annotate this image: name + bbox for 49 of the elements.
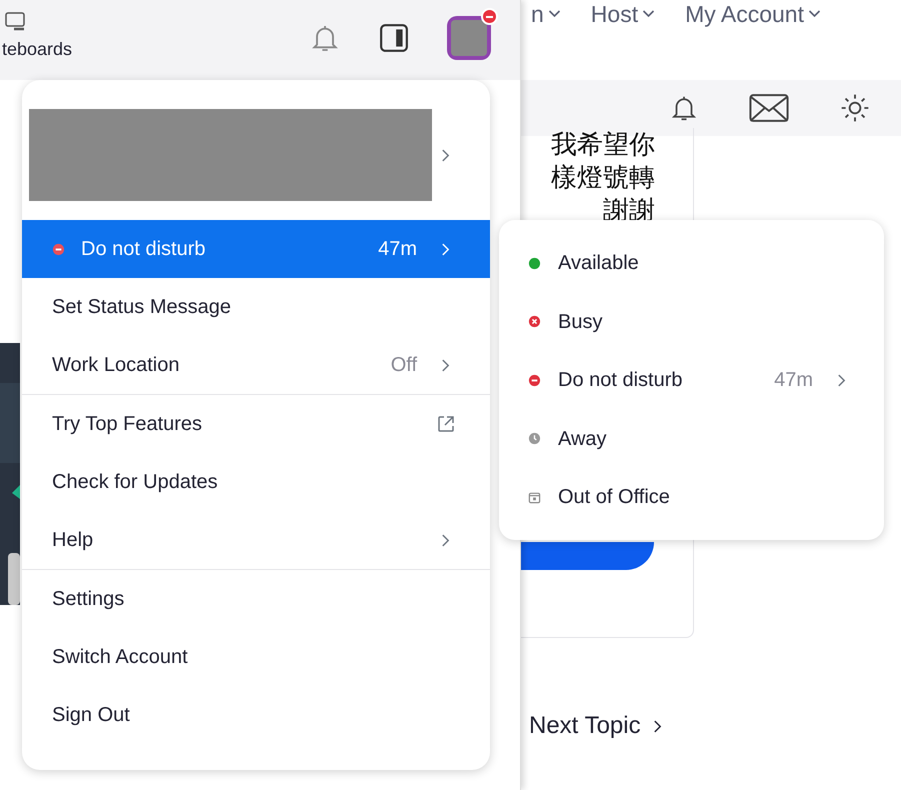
chevron-right-icon [652, 718, 662, 734]
post-text: 樣燈號轉 [551, 161, 655, 194]
chevron-right-icon [441, 148, 450, 162]
menu-item[interactable]: Sign Out [22, 686, 490, 744]
status-detail: 47m [774, 368, 813, 394]
monitor-icon[interactable] [4, 10, 28, 32]
caret-icon [808, 10, 821, 18]
menu-item-label: Help [52, 528, 94, 553]
tab-label[interactable]: teboards [2, 36, 72, 63]
status-option[interactable]: Available [499, 234, 884, 292]
menu-item[interactable]: Check for Updates [22, 453, 490, 511]
nav-link[interactable]: Host [590, 0, 656, 26]
status-label: Do not disturb [558, 368, 683, 394]
external-link-icon [436, 414, 456, 434]
status-option[interactable]: Out of Office [499, 468, 884, 526]
menu-item[interactable]: Do not disturb 47m [22, 220, 490, 278]
avatar[interactable] [447, 16, 491, 60]
caret-icon [548, 10, 561, 18]
nav-link[interactable]: n [531, 0, 561, 26]
status-label: Busy [558, 310, 602, 335]
status-label: Away [558, 426, 607, 452]
status-label: Out of Office [558, 485, 670, 510]
status-option[interactable]: Away [499, 410, 884, 468]
menu-item-label: Check for Updates [52, 470, 219, 495]
menu-item[interactable]: Help [22, 511, 490, 569]
menu-item[interactable]: Switch Account [22, 628, 490, 686]
menu-item-label: Work Location [52, 353, 180, 378]
menu-item-label: Settings [52, 587, 126, 612]
menu-item-detail: 47m [378, 237, 417, 262]
menu-item[interactable]: Try Top Features [22, 395, 490, 453]
menu-item-label: Try Top Features [52, 412, 204, 437]
status-label: Available [558, 251, 639, 276]
menu-item[interactable]: Settings [22, 570, 490, 628]
post-text: 我希望你 [551, 128, 655, 161]
menu-item-label: Sign Out [52, 703, 131, 728]
menu-item-detail: Off [390, 353, 417, 378]
mail-icon[interactable] [749, 93, 789, 123]
status-option[interactable]: Do not disturb 47m [499, 351, 884, 410]
menu-item-label: Do not disturb [81, 237, 207, 262]
status-option[interactable]: Busy [499, 292, 884, 351]
nav-link[interactable]: My Account [685, 0, 821, 26]
next-topic-link[interactable]: Next Topic [529, 708, 641, 744]
menu-item-label: Set Status Message [52, 295, 232, 320]
caret-icon [642, 10, 656, 18]
menu-item[interactable]: Set Status Message [22, 278, 490, 336]
reply-button[interactable] [521, 542, 654, 570]
sidebar-toggle-icon[interactable] [379, 23, 409, 53]
menu-item-label: Switch Account [52, 645, 189, 670]
menu-item[interactable]: Work Location Off [22, 336, 490, 394]
